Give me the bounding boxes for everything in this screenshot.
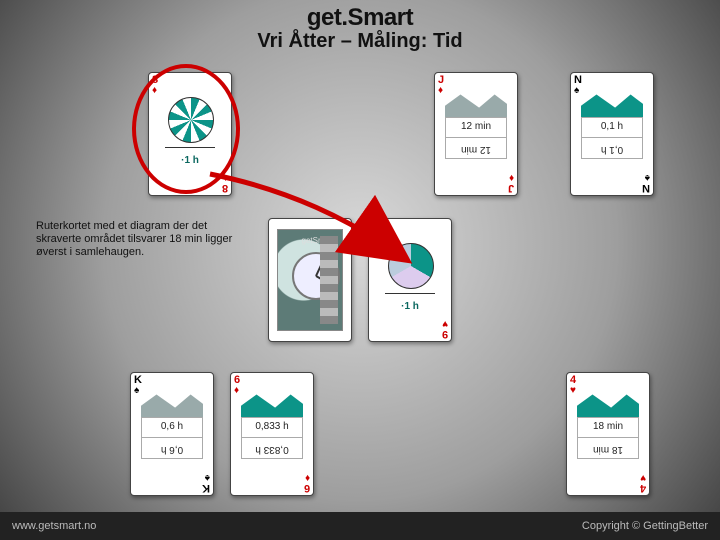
card-spade-n: N♠ 0,1 h 0,1 h N♠ — [570, 72, 654, 196]
card-banner: 12 min — [445, 117, 507, 139]
card-banner: 0,6 h — [141, 417, 203, 439]
pie-icon — [388, 243, 434, 289]
card-pip-bottom: N♠ — [642, 172, 650, 193]
card-pip-top: 6♦ — [234, 375, 240, 396]
card-pip-bottom: J♦ — [508, 172, 514, 193]
card-banner: 0,1 h — [581, 117, 643, 139]
clock-photo: getSmart — [277, 229, 343, 331]
card-banner-mirror: 12 min — [445, 137, 507, 159]
card-heart-4: 4♥ 18 min 18 min 4♥ — [566, 372, 650, 496]
card-diamond-6: 6♦ 0,833 h 0,833 h 6♦ — [230, 372, 314, 496]
card-clock-photo: getSmart — [268, 218, 352, 342]
card-pip-bottom: 8♦ — [222, 172, 228, 193]
footer-bar: www.getsmart.no Copyright © GettingBette… — [0, 512, 720, 540]
card-pip-bottom: 9♥ — [442, 318, 448, 339]
card-pip-bottom: 4♥ — [640, 472, 646, 493]
card-banner-mirror: 0,1 h — [581, 137, 643, 159]
card-pip-bottom: K♠ — [202, 472, 210, 493]
footer-left: www.getsmart.no — [12, 520, 96, 532]
slide-stage: get.Smart Vri Åtter – Måling: Tid 8♦ ·1 … — [0, 0, 720, 540]
card-banner-mirror: 0,833 h — [241, 437, 303, 459]
card-pip-top: 4♥ — [570, 375, 576, 396]
card-pip-top: 8♦ — [152, 75, 158, 96]
pie-label: ·1 h — [369, 301, 451, 312]
footer-right: Copyright © GettingBetter — [582, 520, 708, 532]
title-block: get.Smart Vri Åtter – Måling: Tid — [0, 4, 720, 53]
pie-icon — [168, 97, 214, 143]
pie-label: ·1 h — [149, 155, 231, 166]
card-pip-bottom: 6♦ — [304, 472, 310, 493]
card-diamond-8-pie: 8♦ ·1 h 8♦ — [148, 72, 232, 196]
card-pip-top: 9♥ — [372, 221, 378, 242]
card-banner-mirror: 0,6 h — [141, 437, 203, 459]
explanatory-note: Ruterkortet med et diagram der det skrav… — [36, 220, 236, 260]
card-banner: 18 min — [577, 417, 639, 439]
photo-strip — [320, 236, 338, 324]
card-diamond-j: J♦ 12 min 12 min J♦ — [434, 72, 518, 196]
title-main: get.Smart — [0, 4, 720, 32]
card-banner: 0,833 h — [241, 417, 303, 439]
card-heart-9-pie: 9♥ ·1 h 9♥ — [368, 218, 452, 342]
card-banner-mirror: 18 min — [577, 437, 639, 459]
title-sub: Vri Åtter – Måling: Tid — [0, 30, 720, 53]
card-pip-top: J♦ — [438, 75, 444, 96]
card-spade-k: K♠ 0,6 h 0,6 h K♠ — [130, 372, 214, 496]
